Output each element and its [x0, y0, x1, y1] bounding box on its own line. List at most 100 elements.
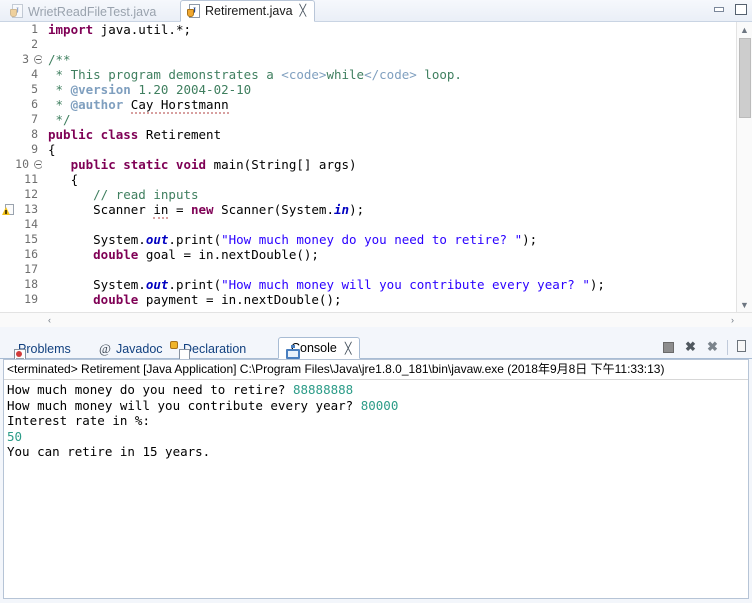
- code-line: double payment = in.nextDouble();: [42, 292, 725, 307]
- console-header-divider: [4, 379, 748, 380]
- view-tab-javadoc[interactable]: @ Javadoc: [92, 338, 170, 359]
- console-output-area[interactable]: <terminated> Retirement [Java Applicatio…: [3, 359, 749, 599]
- scroll-left-icon[interactable]: ‹: [42, 313, 57, 327]
- console-output-text: Interest rate in %:: [7, 413, 150, 428]
- code-token: double: [93, 247, 139, 262]
- code-token: .print(: [168, 277, 222, 292]
- code-token: @version: [70, 82, 131, 97]
- code-token: // read inputs: [93, 187, 199, 202]
- code-line: * @author Cay Horstmann: [42, 97, 725, 114]
- vertical-scroll-thumb[interactable]: [739, 38, 751, 118]
- code-token: new: [191, 202, 214, 217]
- code-token: /**: [48, 52, 71, 67]
- code-line: Scanner in = new Scanner(System.in);: [42, 202, 725, 219]
- console-input-value: 88888888: [292, 382, 354, 397]
- line-number: 14: [24, 217, 38, 231]
- eclipse-ide-window: J WrietReadFileTest.java J Retirement.ja…: [0, 0, 752, 603]
- view-tab-label: Javadoc: [115, 341, 163, 356]
- editor-tab-retirement[interactable]: J Retirement.java ╳: [180, 0, 316, 22]
- code-line: System.out.print("How much money do you …: [42, 232, 725, 247]
- remove-launch-button[interactable]: ✖: [683, 339, 699, 355]
- terminate-button[interactable]: [661, 339, 677, 355]
- code-token: public class: [48, 127, 139, 142]
- code-token: goal = in.nextDouble();: [138, 247, 319, 262]
- line-number: 7: [31, 112, 38, 126]
- code-line: {: [42, 142, 725, 157]
- console-text: How much money do you need to retire? 88…: [4, 382, 748, 460]
- code-token: );: [349, 202, 365, 217]
- line-number: 19: [24, 292, 38, 306]
- editor-vertical-scrollbar[interactable]: ▲ ▼: [736, 22, 752, 312]
- bottom-view-panel: Problems @ Javadoc Declaration Console ╳ ✖ ✖ …: [0, 331, 752, 603]
- view-tab-console[interactable]: Console ╳: [278, 337, 360, 359]
- maximize-icon[interactable]: [734, 2, 748, 16]
- console-line: How much money will you contribute every…: [7, 398, 748, 414]
- line-number: 2: [31, 37, 38, 51]
- line-number: 12: [24, 187, 38, 201]
- line-number: 11: [24, 172, 38, 186]
- console-output-text: You can retire in 15 years.: [7, 444, 211, 459]
- editor-horizontal-scrollbar[interactable]: ‹ ›: [0, 312, 752, 327]
- scroll-down-icon[interactable]: ▼: [737, 297, 752, 312]
- pin-console-button[interactable]: [734, 339, 750, 355]
- scroll-up-icon[interactable]: ▲: [737, 22, 752, 37]
- editor-code-area[interactable]: import java.util.*; /** * This program de…: [42, 22, 725, 312]
- console-output-text: How much money do you need to retire?: [7, 382, 293, 397]
- view-tab-problems[interactable]: Problems: [6, 338, 78, 363]
- code-line: double goal = in.nextDouble();: [42, 247, 725, 262]
- code-token: payment = in.nextDouble();: [138, 292, 342, 307]
- editor-tab-label: WrietReadFileTest.java: [28, 4, 157, 19]
- code-token: while: [326, 67, 365, 82]
- view-tab-bar: Problems @ Javadoc Declaration Console ╳: [0, 336, 752, 363]
- code-token: import: [48, 22, 94, 37]
- code-token: );: [522, 232, 538, 247]
- toolbar-separator: [727, 339, 728, 355]
- console-line: 50: [7, 429, 748, 445]
- code-line: {: [42, 172, 725, 187]
- code-token: "How much money do you need to retire? ": [221, 232, 523, 247]
- window-controls: [712, 2, 748, 16]
- close-icon[interactable]: ╳: [300, 5, 307, 17]
- code-token: .print(: [168, 232, 222, 247]
- code-line: */: [42, 112, 725, 127]
- code-token: @author: [70, 97, 124, 112]
- line-number: 5: [31, 82, 38, 96]
- code-line: import java.util.*;: [42, 22, 725, 37]
- code-token: *: [48, 82, 71, 97]
- minimize-icon[interactable]: [712, 2, 726, 16]
- code-token: </code>: [364, 67, 417, 82]
- line-number: 4: [31, 67, 38, 81]
- code-token: System.: [48, 277, 146, 292]
- line-number: 18: [24, 277, 38, 291]
- code-token: *: [48, 97, 71, 112]
- editor-gutter[interactable]: 1 2 3 4 5 6 7 8 9 10 11 12 13 14 15 16 17 18 19: [0, 22, 43, 312]
- code-editor[interactable]: 1 2 3 4 5 6 7 8 9 10 11 12 13 14 15 16 17 18 19 import jav…: [0, 22, 752, 327]
- console-input-value: 50: [7, 428, 23, 444]
- code-token: Retirement: [138, 127, 222, 142]
- console-line: Interest rate in %:: [7, 413, 748, 429]
- code-token: double: [93, 292, 139, 307]
- line-number: 10: [0, 157, 43, 172]
- code-token: Scanner: [48, 202, 154, 217]
- console-launch-header: <terminated> Retirement [Java Applicatio…: [7, 362, 665, 376]
- scroll-right-icon[interactable]: ›: [725, 313, 740, 327]
- editor-tab-label: Retirement.java: [205, 4, 293, 18]
- line-number: 8: [31, 127, 38, 141]
- line-number: 6: [31, 97, 38, 111]
- code-line: // read inputs: [42, 187, 725, 202]
- console-line: You can retire in 15 years.: [7, 444, 748, 460]
- view-tab-declaration[interactable]: Declaration: [170, 338, 253, 363]
- code-line: /**: [42, 52, 725, 67]
- line-number: 9: [31, 142, 38, 156]
- editor-tab-wrietreadfiletest[interactable]: J WrietReadFileTest.java: [4, 1, 164, 22]
- code-token: */: [48, 112, 71, 127]
- warning-marker-icon[interactable]: [2, 204, 15, 216]
- console-input-value: 80000: [360, 397, 399, 413]
- remove-all-terminated-button[interactable]: ✖: [705, 339, 721, 355]
- code-token: =: [168, 202, 191, 217]
- editor-tab-bar: J WrietReadFileTest.java J Retirement.ja…: [0, 0, 752, 22]
- close-icon[interactable]: ╳: [345, 342, 352, 355]
